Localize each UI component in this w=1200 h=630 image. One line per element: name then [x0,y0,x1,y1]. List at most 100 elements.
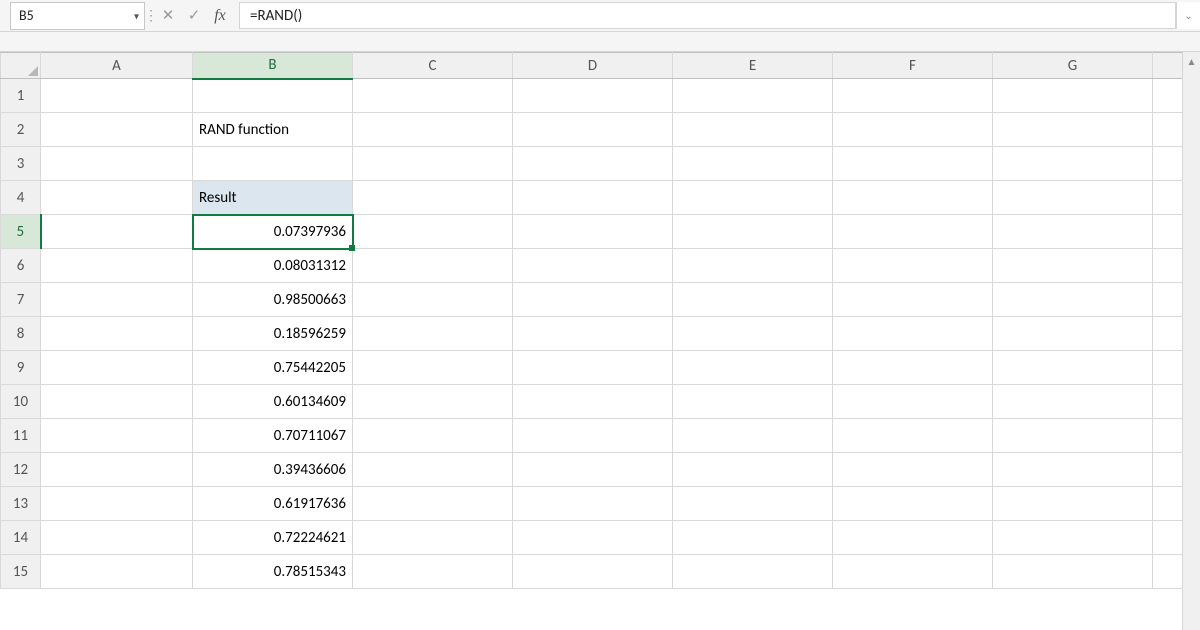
cell-C13[interactable] [353,487,513,521]
cell-B14[interactable]: 0.72224621 [193,521,353,555]
col-header-F[interactable]: F [833,53,993,79]
select-all-corner[interactable] [1,53,41,79]
cell-B7[interactable]: 0.98500663 [193,283,353,317]
cell-E7[interactable] [673,283,833,317]
cell-G9[interactable] [993,351,1153,385]
row-header-5[interactable]: 5 [1,215,41,249]
cell-D5[interactable] [513,215,673,249]
cell-B4[interactable]: Result [193,181,353,215]
cell-D8[interactable] [513,317,673,351]
cell-C2[interactable] [353,113,513,147]
cell-G3[interactable] [993,147,1153,181]
cell-G4[interactable] [993,181,1153,215]
cell-C14[interactable] [353,521,513,555]
cell-F3[interactable] [833,147,993,181]
cell-E2[interactable] [673,113,833,147]
cell-E11[interactable] [673,419,833,453]
cell-D13[interactable] [513,487,673,521]
cell-B5[interactable]: 0.07397936 [193,215,353,249]
cell-E15[interactable] [673,555,833,589]
cell-A7[interactable] [41,283,193,317]
cell-D9[interactable] [513,351,673,385]
cell-D10[interactable] [513,385,673,419]
row-header-3[interactable]: 3 [1,147,41,181]
cell-F12[interactable] [833,453,993,487]
row-header-6[interactable]: 6 [1,249,41,283]
cell-A5[interactable] [41,215,193,249]
cell-C3[interactable] [353,147,513,181]
cell-F10[interactable] [833,385,993,419]
row-header-14[interactable]: 14 [1,521,41,555]
cell-G12[interactable] [993,453,1153,487]
row-header-9[interactable]: 9 [1,351,41,385]
cell-F5[interactable] [833,215,993,249]
cell-C8[interactable] [353,317,513,351]
row-header-11[interactable]: 11 [1,419,41,453]
col-header-A[interactable]: A [41,53,193,79]
cell-G5[interactable] [993,215,1153,249]
cell-F11[interactable] [833,419,993,453]
cell-B2[interactable]: RAND function [193,113,353,147]
cell-D6[interactable] [513,249,673,283]
cell-B8[interactable]: 0.18596259 [193,317,353,351]
cell-A14[interactable] [41,521,193,555]
scroll-up-icon[interactable]: ▲ [1183,52,1200,70]
cell-A15[interactable] [41,555,193,589]
cell-D14[interactable] [513,521,673,555]
cell-D12[interactable] [513,453,673,487]
row-header-13[interactable]: 13 [1,487,41,521]
cell-E1[interactable] [673,79,833,113]
row-header-8[interactable]: 8 [1,317,41,351]
cell-D3[interactable] [513,147,673,181]
row-header-15[interactable]: 15 [1,555,41,589]
spreadsheet-grid[interactable]: A B C D E F G H 1 2 RAND function 3 [0,52,1200,630]
cell-D15[interactable] [513,555,673,589]
cell-A12[interactable] [41,453,193,487]
row-header-2[interactable]: 2 [1,113,41,147]
cell-C11[interactable] [353,419,513,453]
col-header-C[interactable]: C [353,53,513,79]
cell-B10[interactable]: 0.60134609 [193,385,353,419]
cell-E6[interactable] [673,249,833,283]
cell-E12[interactable] [673,453,833,487]
cell-F9[interactable] [833,351,993,385]
cell-E8[interactable] [673,317,833,351]
cell-G8[interactable] [993,317,1153,351]
cell-E3[interactable] [673,147,833,181]
cell-C10[interactable] [353,385,513,419]
cell-E14[interactable] [673,521,833,555]
cell-C12[interactable] [353,453,513,487]
row-header-4[interactable]: 4 [1,181,41,215]
cell-A3[interactable] [41,147,193,181]
cell-F13[interactable] [833,487,993,521]
cell-E9[interactable] [673,351,833,385]
col-header-D[interactable]: D [513,53,673,79]
row-header-7[interactable]: 7 [1,283,41,317]
cell-G13[interactable] [993,487,1153,521]
cell-A1[interactable] [41,79,193,113]
cell-G1[interactable] [993,79,1153,113]
cell-F2[interactable] [833,113,993,147]
cell-G2[interactable] [993,113,1153,147]
cell-G14[interactable] [993,521,1153,555]
cell-G15[interactable] [993,555,1153,589]
cell-F15[interactable] [833,555,993,589]
cell-G6[interactable] [993,249,1153,283]
cell-B9[interactable]: 0.75442205 [193,351,353,385]
cell-A10[interactable] [41,385,193,419]
confirm-icon[interactable]: ✓ [181,2,207,29]
cell-D4[interactable] [513,181,673,215]
cell-B13[interactable]: 0.61917636 [193,487,353,521]
cell-A11[interactable] [41,419,193,453]
cell-C1[interactable] [353,79,513,113]
cell-E4[interactable] [673,181,833,215]
cell-A8[interactable] [41,317,193,351]
cell-B12[interactable]: 0.39436606 [193,453,353,487]
cell-C7[interactable] [353,283,513,317]
cell-A6[interactable] [41,249,193,283]
row-header-10[interactable]: 10 [1,385,41,419]
cell-E5[interactable] [673,215,833,249]
cell-F14[interactable] [833,521,993,555]
row-header-12[interactable]: 12 [1,453,41,487]
cell-C4[interactable] [353,181,513,215]
